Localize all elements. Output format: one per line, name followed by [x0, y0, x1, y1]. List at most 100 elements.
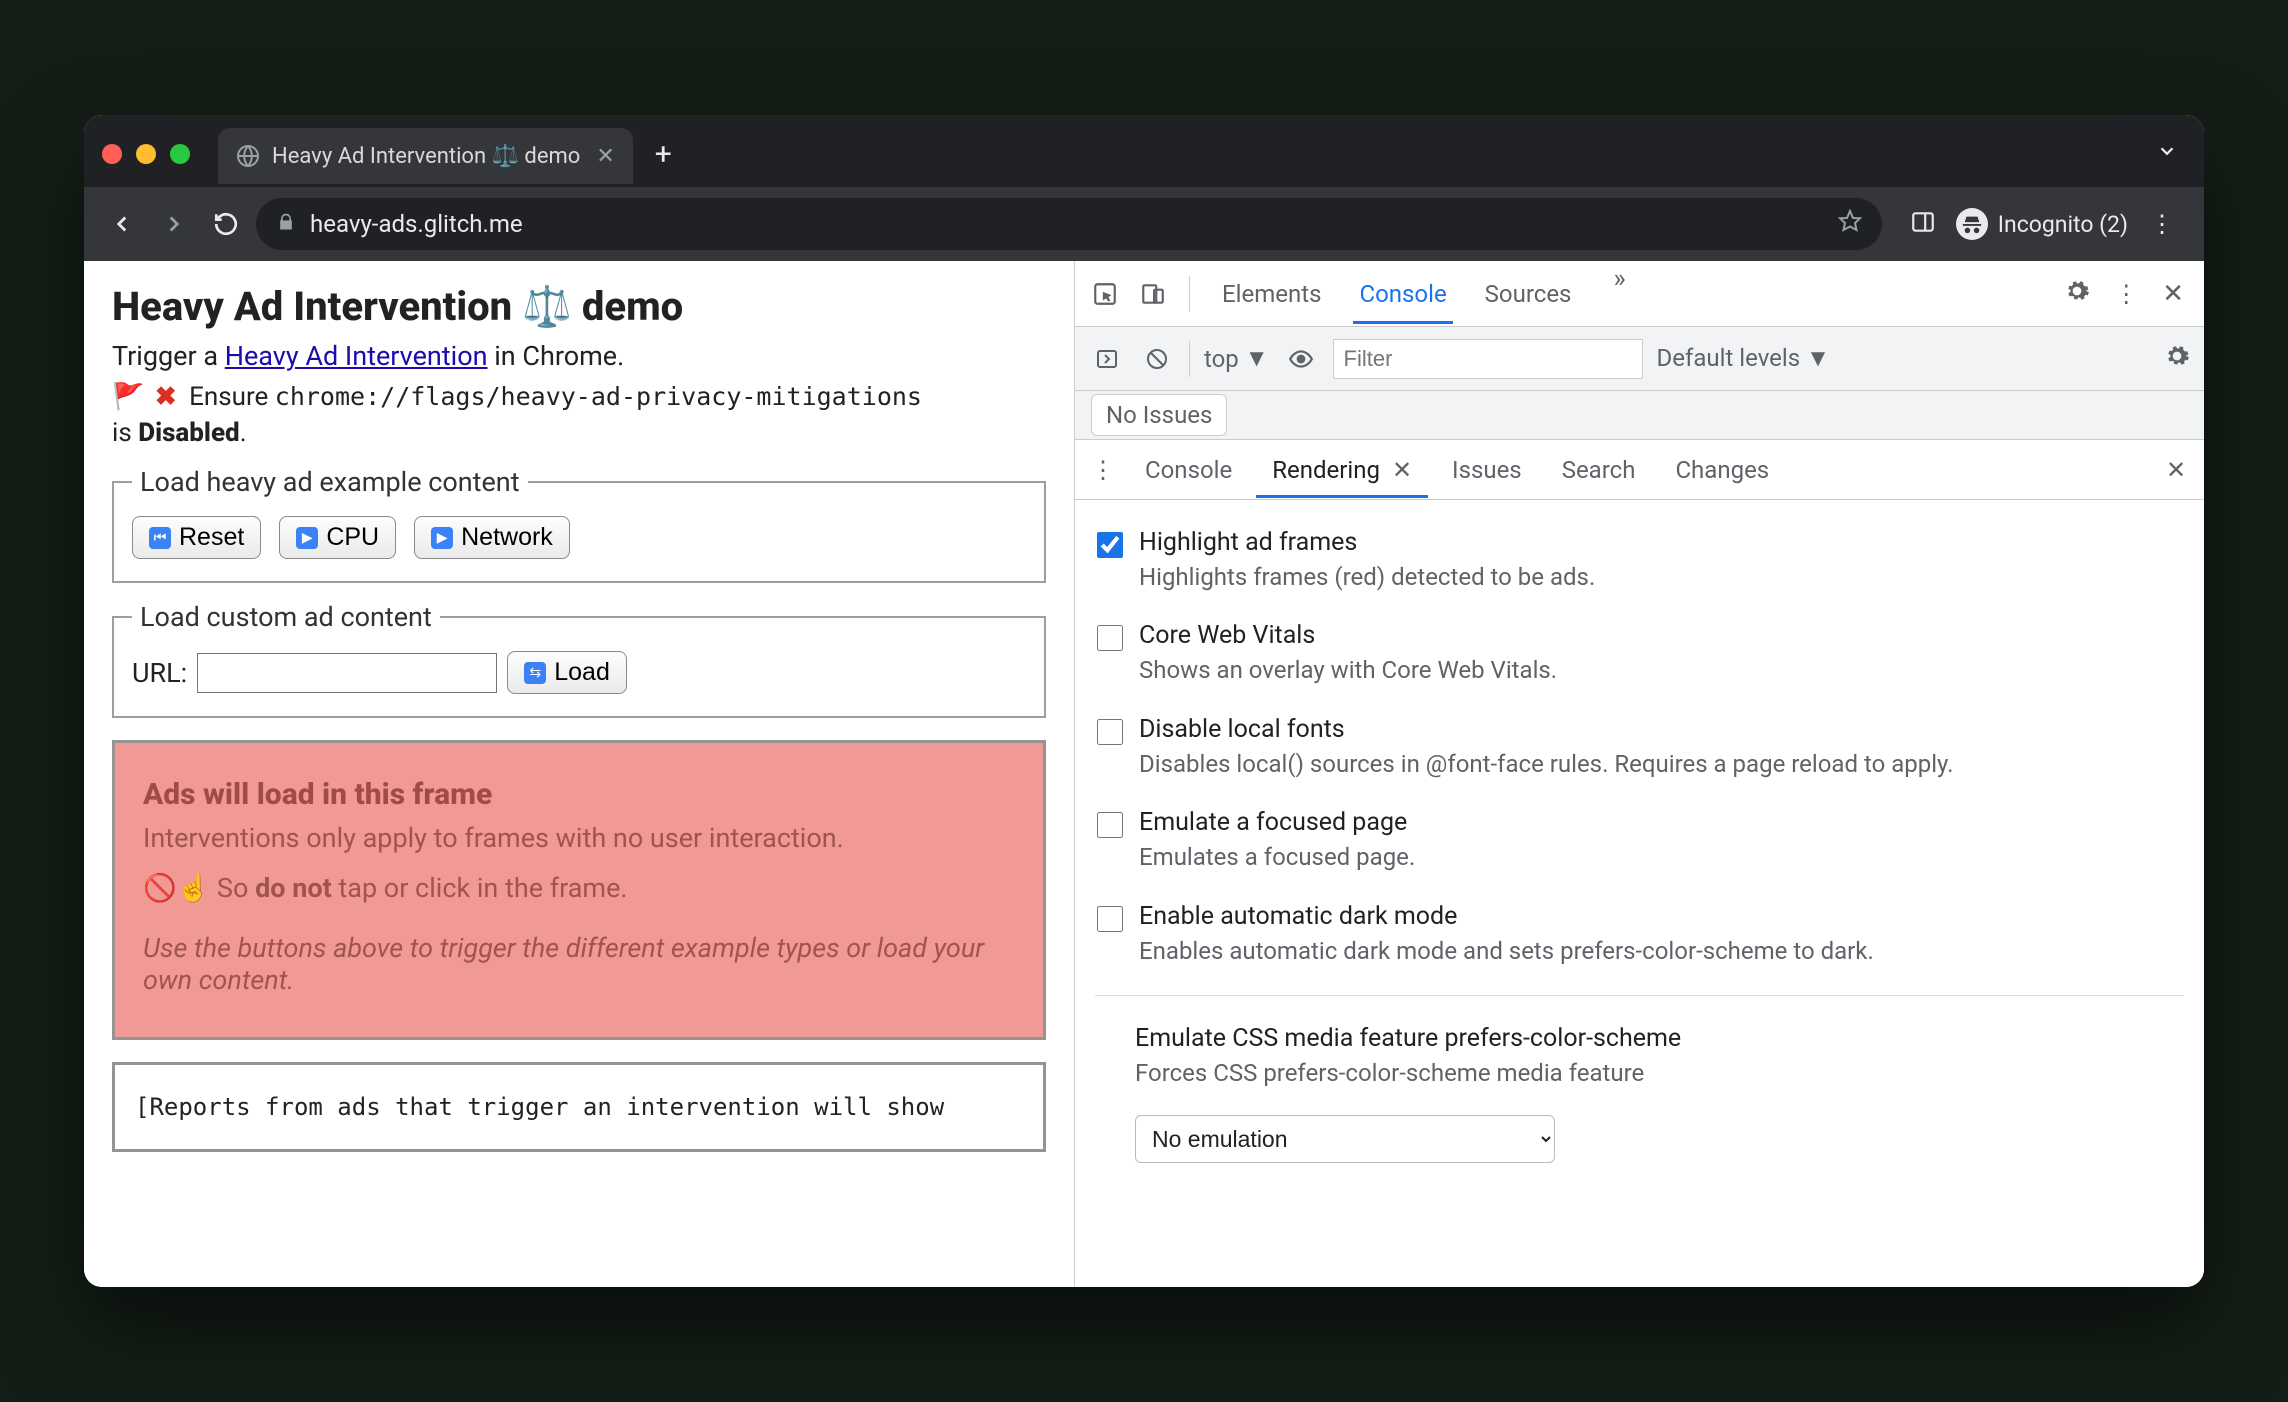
flag-code: chrome://flags/heavy-ad-privacy-mitigati…: [275, 382, 922, 411]
network-button[interactable]: ▶Network: [414, 516, 570, 559]
tab-sources[interactable]: Sources: [1479, 264, 1578, 324]
url-label: URL:: [132, 657, 187, 689]
option-checkbox[interactable]: [1097, 812, 1123, 838]
red-flag-icon: 🚩: [112, 382, 144, 412]
emulate-description: Forces CSS prefers-color-scheme media fe…: [1135, 1057, 2182, 1089]
drawer-close-icon[interactable]: ✕: [2158, 452, 2194, 488]
browser-menu-button[interactable]: ⋮: [2138, 210, 2188, 238]
rendering-option: Enable automatic dark mode Enables automa…: [1093, 888, 2186, 981]
window-close-button[interactable]: [102, 144, 122, 164]
option-description: Enables automatic dark mode and sets pre…: [1139, 935, 1874, 967]
drawer-tab-console[interactable]: Console: [1129, 442, 1248, 498]
option-description: Disables local() sources in @font-face r…: [1139, 748, 1953, 780]
ad-frame: Ads will load in this frame Intervention…: [112, 740, 1046, 1040]
rendering-panel: Highlight ad framesHighlights frames (re…: [1075, 500, 2204, 1287]
lock-icon: [276, 210, 296, 238]
url-input[interactable]: [197, 653, 497, 693]
ad-frame-line: Interventions only apply to frames with …: [143, 820, 1015, 856]
page-subtitle: Trigger a Heavy Ad Intervention in Chrom…: [112, 340, 1046, 372]
reset-button[interactable]: ⏮Reset: [132, 516, 261, 559]
devtools-toolbar: Elements Console Sources » ⋮ ✕: [1075, 261, 2204, 327]
side-panel-icon[interactable]: [1900, 209, 1946, 239]
new-tab-button[interactable]: +: [655, 137, 672, 172]
incognito-icon: [1956, 208, 1988, 240]
drawer-tab-rendering[interactable]: Rendering ✕: [1256, 442, 1428, 498]
option-checkbox[interactable]: [1097, 625, 1123, 651]
option-label: Emulate a focused page: [1139, 808, 1415, 837]
no-issues-chip[interactable]: No Issues: [1091, 394, 1227, 436]
bookmark-star-icon[interactable]: [1838, 209, 1862, 239]
browser-window: Heavy Ad Intervention ⚖️ demo ✕ + heavy-…: [84, 115, 2204, 1287]
flag-instruction: 🚩 ✖ Ensure chrome://flags/heavy-ad-priva…: [112, 382, 1046, 412]
incognito-indicator[interactable]: Incognito (2): [1948, 204, 2136, 244]
tab-elements[interactable]: Elements: [1216, 264, 1327, 324]
tab-strip: Heavy Ad Intervention ⚖️ demo ✕ +: [84, 115, 2204, 187]
rendering-option: Disable local fontsDisables local() sour…: [1093, 701, 2186, 794]
chevron-down-icon: ▼: [1245, 344, 1269, 373]
rendering-option: Emulate a focused page Emulates a focused…: [1093, 794, 2186, 887]
rewind-icon: ⏮: [149, 527, 171, 549]
devtools-close-icon[interactable]: ✕: [2152, 279, 2194, 309]
issues-row: No Issues: [1075, 391, 2204, 440]
window-zoom-button[interactable]: [170, 144, 190, 164]
rendering-option: Core Web Vitals Shows an overlay with Cor…: [1093, 607, 2186, 700]
more-tabs-icon[interactable]: »: [1603, 264, 1635, 324]
fieldset-custom-content: Load custom ad content URL: ⇆Load: [112, 601, 1046, 718]
drawer-tab-changes[interactable]: Changes: [1659, 442, 1785, 498]
rendering-option: Highlight ad framesHighlights frames (re…: [1093, 514, 2186, 607]
forward-button[interactable]: [152, 202, 196, 246]
tab-console[interactable]: Console: [1353, 264, 1452, 324]
option-checkbox[interactable]: [1097, 906, 1123, 932]
heavy-ad-link[interactable]: Heavy Ad Intervention: [225, 340, 488, 372]
close-icon[interactable]: ✕: [1392, 456, 1412, 484]
option-checkbox[interactable]: [1097, 719, 1123, 745]
fieldset-example-content: Load heavy ad example content ⏮Reset ▶CP…: [112, 466, 1046, 583]
address-bar[interactable]: heavy-ads.glitch.me: [256, 198, 1882, 250]
drawer-menu-icon[interactable]: ⋮: [1085, 452, 1121, 488]
close-tab-button[interactable]: ✕: [592, 144, 618, 169]
browser-tab[interactable]: Heavy Ad Intervention ⚖️ demo ✕: [218, 128, 633, 184]
clear-console-icon[interactable]: [1139, 341, 1175, 377]
option-label: Highlight ad frames: [1139, 528, 1595, 557]
red-x-icon: ✖: [155, 382, 177, 412]
drawer-tab-search[interactable]: Search: [1546, 442, 1652, 498]
globe-icon: [236, 144, 260, 168]
reports-box: [Reports from ads that trigger an interv…: [112, 1062, 1046, 1152]
live-expression-icon[interactable]: [1283, 341, 1319, 377]
console-sidebar-toggle-icon[interactable]: [1089, 341, 1125, 377]
inspect-element-icon[interactable]: [1085, 274, 1125, 314]
settings-gear-icon[interactable]: [2054, 278, 2100, 310]
emulate-select[interactable]: No emulation: [1135, 1115, 1555, 1163]
console-filter-bar: top ▼ Default levels ▼: [1075, 327, 2204, 391]
back-button[interactable]: [100, 202, 144, 246]
console-filter-input[interactable]: [1333, 339, 1643, 379]
load-button[interactable]: ⇆Load: [507, 651, 627, 694]
cpu-button[interactable]: ▶CPU: [279, 516, 396, 559]
fieldset-legend: Load heavy ad example content: [132, 466, 528, 498]
option-description: Shows an overlay with Core Web Vitals.: [1139, 654, 1557, 686]
option-description: Emulates a focused page.: [1139, 841, 1415, 873]
ad-frame-line: 🚫☝️ So do not tap or click in the frame.: [143, 872, 1015, 904]
reload-button[interactable]: [204, 202, 248, 246]
page-content: Heavy Ad Intervention ⚖️ demo Trigger a …: [84, 261, 1074, 1287]
drawer-tabs: ⋮ Console Rendering ✕ Issues Search Chan…: [1075, 440, 2204, 500]
option-label: Enable automatic dark mode: [1139, 902, 1874, 931]
ad-frame-italic: Use the buttons above to trigger the dif…: [143, 932, 1015, 996]
toolbar: heavy-ads.glitch.me Incognito (2) ⋮: [84, 187, 2204, 261]
console-settings-gear-icon[interactable]: [2164, 343, 2190, 375]
option-checkbox[interactable]: [1097, 532, 1123, 558]
drawer-tab-issues[interactable]: Issues: [1436, 442, 1538, 498]
tab-list-dropdown[interactable]: [2156, 140, 2178, 168]
load-icon: ⇆: [524, 662, 546, 684]
url-text: heavy-ads.glitch.me: [310, 210, 523, 238]
device-toggle-icon[interactable]: [1133, 274, 1173, 314]
option-label: Core Web Vitals: [1139, 621, 1557, 650]
emulate-label: Emulate CSS media feature prefers-color-…: [1135, 1024, 2182, 1053]
log-levels-dropdown[interactable]: Default levels ▼: [1657, 344, 1830, 373]
window-minimize-button[interactable]: [136, 144, 156, 164]
devtools-menu-icon[interactable]: ⋮: [2106, 280, 2146, 308]
context-selector[interactable]: top ▼: [1204, 344, 1269, 373]
window-controls: [102, 144, 190, 164]
fieldset-legend: Load custom ad content: [132, 601, 440, 633]
devtools-panel: Elements Console Sources » ⋮ ✕: [1074, 261, 2204, 1287]
